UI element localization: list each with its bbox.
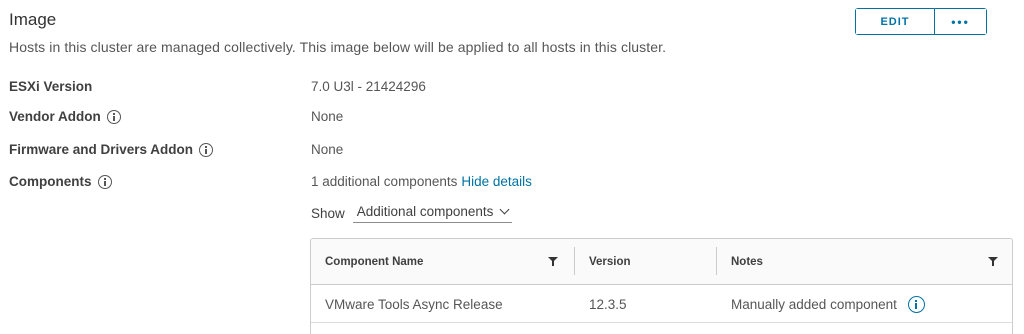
esxi-version-label-text: ESXi Version xyxy=(9,79,93,94)
grid-header: Component Name Version Notes xyxy=(311,239,1012,285)
column-separator[interactable] xyxy=(574,247,575,275)
column-separator[interactable] xyxy=(716,247,717,275)
hide-details-link[interactable]: Hide details xyxy=(461,174,532,189)
filter-icon[interactable] xyxy=(548,257,558,266)
components-grid: Component Name Version Notes VMware Tool… xyxy=(310,238,1013,334)
column-header-version[interactable]: Version xyxy=(589,239,631,285)
filter-icon[interactable] xyxy=(988,257,998,266)
vendor-addon-value: None xyxy=(311,109,344,124)
components-label: Components xyxy=(9,174,112,189)
info-icon[interactable] xyxy=(199,142,214,157)
edit-button[interactable]: EDIT xyxy=(856,9,935,34)
notes-cell: Manually added component xyxy=(731,285,925,323)
components-label-text: Components xyxy=(9,174,92,189)
vendor-addon-label: Vendor Addon xyxy=(9,109,121,124)
page-title: Image xyxy=(9,10,57,29)
page-subtitle: Hosts in this cluster are managed collec… xyxy=(9,39,667,55)
firmware-drivers-addon-label: Firmware and Drivers Addon xyxy=(9,142,214,157)
action-button-group: EDIT ••• xyxy=(855,8,987,35)
version-cell: 12.3.5 xyxy=(589,296,627,312)
firmware-drivers-addon-label-text: Firmware and Drivers Addon xyxy=(9,142,194,157)
table-row[interactable]: VMware Tools Async Release 12.3.5 Manual… xyxy=(311,285,1012,323)
chevron-down-icon xyxy=(499,204,510,215)
info-icon[interactable] xyxy=(907,295,925,313)
components-value: 1 additional components Hide details xyxy=(311,174,532,189)
column-header-component-name[interactable]: Component Name xyxy=(325,239,423,285)
show-label: Show xyxy=(311,206,345,221)
components-count: 1 additional components xyxy=(311,174,458,189)
column-header-notes[interactable]: Notes xyxy=(731,239,763,285)
info-icon[interactable] xyxy=(106,109,121,124)
show-filter: Show Additional components xyxy=(311,204,513,223)
more-actions-button[interactable]: ••• xyxy=(935,9,986,34)
notes-text: Manually added component xyxy=(731,296,897,312)
component-name-cell: VMware Tools Async Release xyxy=(325,296,503,312)
components-filter-select[interactable]: Additional components xyxy=(352,204,513,223)
firmware-drivers-addon-value: None xyxy=(311,142,344,157)
components-filter-value: Additional components xyxy=(356,204,494,219)
esxi-version-label: ESXi Version xyxy=(9,79,92,94)
esxi-version-value: 7.0 U3l - 21424296 xyxy=(311,79,426,94)
info-icon[interactable] xyxy=(97,174,112,189)
vendor-addon-label-text: Vendor Addon xyxy=(9,109,101,124)
